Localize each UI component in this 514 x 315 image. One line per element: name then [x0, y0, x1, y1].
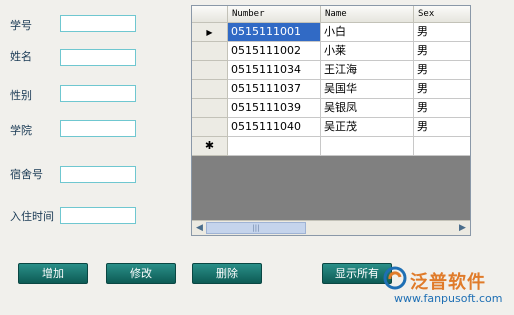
- cell-sex[interactable]: 男: [414, 42, 470, 61]
- new-row-cell-number[interactable]: [228, 137, 321, 156]
- name-input[interactable]: [60, 49, 136, 66]
- new-row-icon: ✱: [204, 139, 215, 152]
- label-college: 学院: [10, 124, 32, 137]
- cell-number[interactable]: 0515111034: [228, 61, 321, 80]
- cell-name[interactable]: 王江海: [321, 61, 414, 80]
- cell-name[interactable]: 吴国华: [321, 80, 414, 99]
- edit-button[interactable]: 修改: [106, 263, 176, 284]
- student-grid[interactable]: Number Name Sex ▶ 0515111001 小白 男 051511…: [191, 5, 471, 236]
- cell-sex[interactable]: 男: [414, 23, 470, 42]
- label-sex: 性别: [10, 89, 32, 102]
- sex-input[interactable]: [60, 85, 136, 102]
- new-row-cell-sex[interactable]: [414, 137, 470, 156]
- show-all-button[interactable]: 显示所有: [322, 263, 392, 284]
- row-selector[interactable]: [192, 80, 228, 99]
- row-selector[interactable]: [192, 61, 228, 80]
- fanpu-logo-icon: [383, 266, 407, 290]
- cell-name[interactable]: 吴银凤: [321, 99, 414, 118]
- add-button[interactable]: 增加: [18, 263, 88, 284]
- row-selector[interactable]: [192, 42, 228, 61]
- cell-name[interactable]: 吴正茂: [321, 118, 414, 137]
- grid-corner: [192, 6, 228, 23]
- column-header-name[interactable]: Name: [321, 6, 414, 23]
- row-selector[interactable]: [192, 99, 228, 118]
- thumb-grip-icon: |||: [252, 224, 260, 232]
- cell-sex[interactable]: 男: [414, 99, 470, 118]
- column-header-number[interactable]: Number: [228, 6, 321, 23]
- cell-name[interactable]: 小白: [321, 23, 414, 42]
- row-selector[interactable]: [192, 118, 228, 137]
- scroll-right-icon[interactable]: ▶: [456, 222, 469, 234]
- student-id-input[interactable]: [60, 15, 136, 32]
- dorm-input[interactable]: [60, 166, 136, 183]
- checkin-time-input[interactable]: [60, 207, 136, 224]
- watermark-url: www.fanpusoft.com: [394, 292, 503, 305]
- cell-number[interactable]: 0515111037: [228, 80, 321, 99]
- cell-sex[interactable]: 男: [414, 61, 470, 80]
- cell-number[interactable]: 0515111001: [228, 23, 321, 42]
- scroll-left-icon[interactable]: ◀: [193, 222, 206, 234]
- cell-number[interactable]: 0515111002: [228, 42, 321, 61]
- cell-name[interactable]: 小莱: [321, 42, 414, 61]
- current-row-indicator-icon: ▶: [206, 28, 213, 37]
- new-row-cell-name[interactable]: [321, 137, 414, 156]
- horizontal-scrollbar[interactable]: ◀ ||| ▶: [192, 220, 470, 235]
- watermark-brand: 泛普软件: [410, 272, 486, 293]
- cell-sex[interactable]: 男: [414, 118, 470, 137]
- delete-button[interactable]: 删除: [192, 263, 262, 284]
- scrollbar-thumb[interactable]: |||: [206, 222, 306, 234]
- label-student-id: 学号: [10, 19, 32, 32]
- college-input[interactable]: [60, 120, 136, 137]
- label-name: 姓名: [10, 50, 32, 63]
- cell-sex[interactable]: 男: [414, 80, 470, 99]
- row-selector[interactable]: ▶: [192, 23, 228, 42]
- column-header-sex[interactable]: Sex: [414, 6, 470, 23]
- label-dorm: 宿舍号: [10, 168, 43, 181]
- label-checkin-time: 入住时间: [10, 210, 54, 223]
- cell-number[interactable]: 0515111040: [228, 118, 321, 137]
- cell-number[interactable]: 0515111039: [228, 99, 321, 118]
- new-row-selector[interactable]: ✱: [192, 137, 228, 156]
